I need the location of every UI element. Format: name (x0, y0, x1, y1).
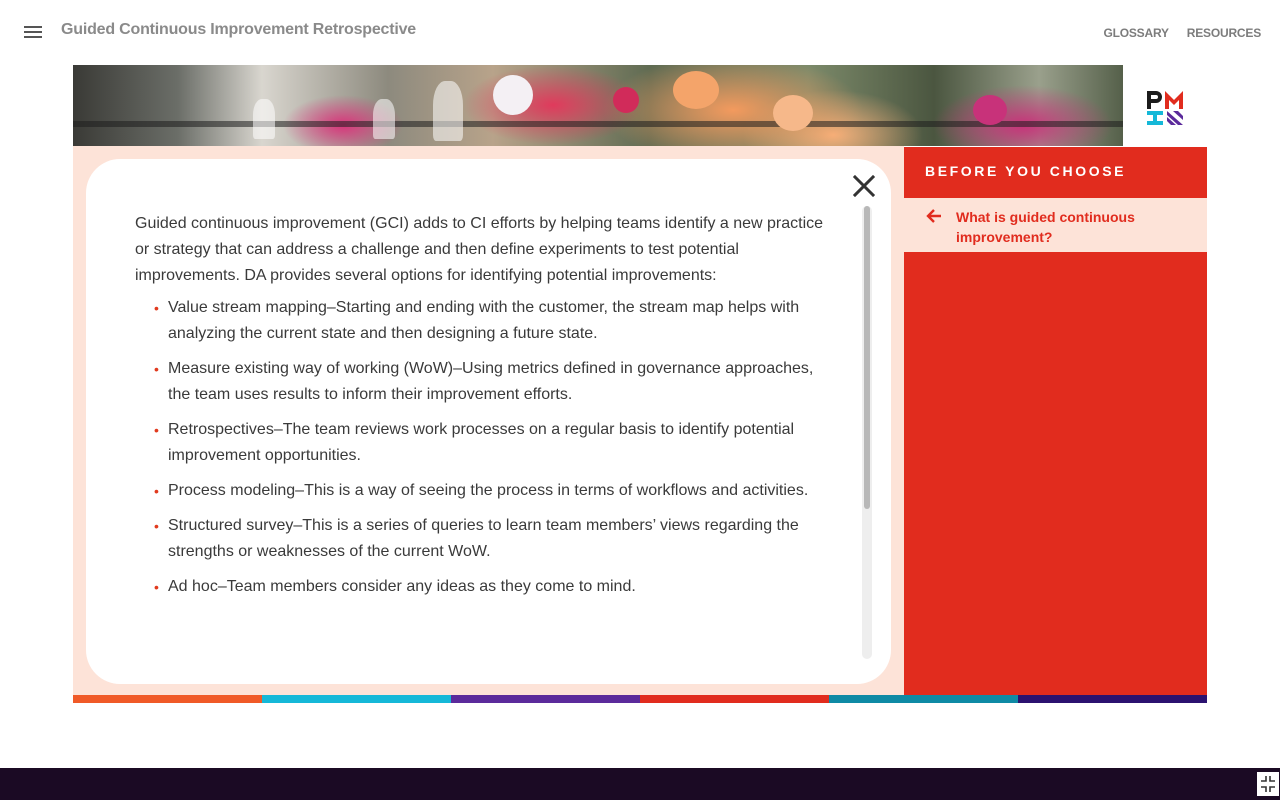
list-item: • Retrospectives–The team reviews work pr… (135, 417, 840, 469)
list-item-text: Retrospectives–The team reviews work pro… (168, 421, 795, 464)
bullet-icon: • (154, 483, 159, 499)
list-item-text: Measure existing way of working (WoW)–Us… (168, 360, 814, 403)
hero-flower (673, 71, 719, 109)
pmi-logo (1147, 91, 1183, 125)
list-item: • Structured survey–This is a series of q… (135, 513, 840, 565)
close-icon[interactable] (853, 175, 875, 197)
sidebar-item-what-is-gci[interactable]: What is guided continuous improvement? (904, 198, 1207, 252)
list-item-text: Structured survey–This is a series of qu… (168, 517, 799, 560)
before-you-choose-panel: BEFORE YOU CHOOSE What is guided continu… (904, 147, 1207, 695)
exit-fullscreen-icon[interactable] (1257, 772, 1279, 796)
sidebar-item-label: What is guided continuous improvement? (956, 209, 1135, 245)
resources-link[interactable]: RESOURCES (1187, 26, 1261, 40)
hero-railing (73, 121, 1123, 127)
hero-image (73, 65, 1123, 146)
arrow-left-icon (926, 209, 941, 223)
hero-flower (773, 95, 813, 131)
options-list: • Value stream mapping–Starting and endin… (135, 295, 840, 600)
menu-line (24, 31, 42, 33)
bullet-icon: • (154, 300, 159, 316)
hero-glass (433, 81, 463, 141)
strip-segment (640, 695, 829, 703)
bullet-icon: • (154, 361, 159, 377)
strip-segment (829, 695, 1018, 703)
hamburger-menu-icon[interactable] (24, 26, 42, 40)
content-body: Guided continuous improvement (GCI) adds… (135, 211, 840, 609)
intro-paragraph: Guided continuous improvement (GCI) adds… (135, 215, 824, 284)
hero-flower (973, 95, 1007, 125)
strip-segment (1018, 695, 1207, 703)
hero-glass (253, 99, 275, 139)
color-strip (73, 695, 1207, 703)
list-item-text: Value stream mapping–Starting and ending… (168, 299, 800, 342)
strip-segment (451, 695, 640, 703)
list-item: • Process modeling–This is a way of seein… (135, 478, 840, 504)
scrollbar-track[interactable] (862, 206, 872, 659)
hero-glass (373, 99, 395, 139)
list-item: • Value stream mapping–Starting and endin… (135, 295, 840, 347)
menu-line (24, 26, 42, 28)
list-item: • Ad hoc–Team members consider any ideas … (135, 574, 840, 600)
strip-segment (73, 695, 262, 703)
bullet-icon: • (154, 518, 159, 534)
list-item: • Measure existing way of working (WoW)–U… (135, 356, 840, 408)
side-panel-heading: BEFORE YOU CHOOSE (925, 163, 1127, 179)
bullet-icon: • (154, 422, 159, 438)
bullet-icon: • (154, 579, 159, 595)
strip-segment (262, 695, 451, 703)
list-item-text: Ad hoc–Team members consider any ideas a… (168, 578, 636, 595)
hero-flower (613, 87, 639, 113)
top-nav: GLOSSARY RESOURCES (1103, 26, 1261, 40)
menu-line (24, 36, 42, 38)
scrollbar-thumb[interactable] (864, 206, 870, 509)
hero-flower (493, 75, 533, 115)
glossary-link[interactable]: GLOSSARY (1103, 26, 1168, 40)
course-title: Guided Continuous Improvement Retrospect… (61, 21, 417, 38)
footer-bar (0, 768, 1280, 800)
list-item-text: Process modeling–This is a way of seeing… (168, 482, 809, 499)
